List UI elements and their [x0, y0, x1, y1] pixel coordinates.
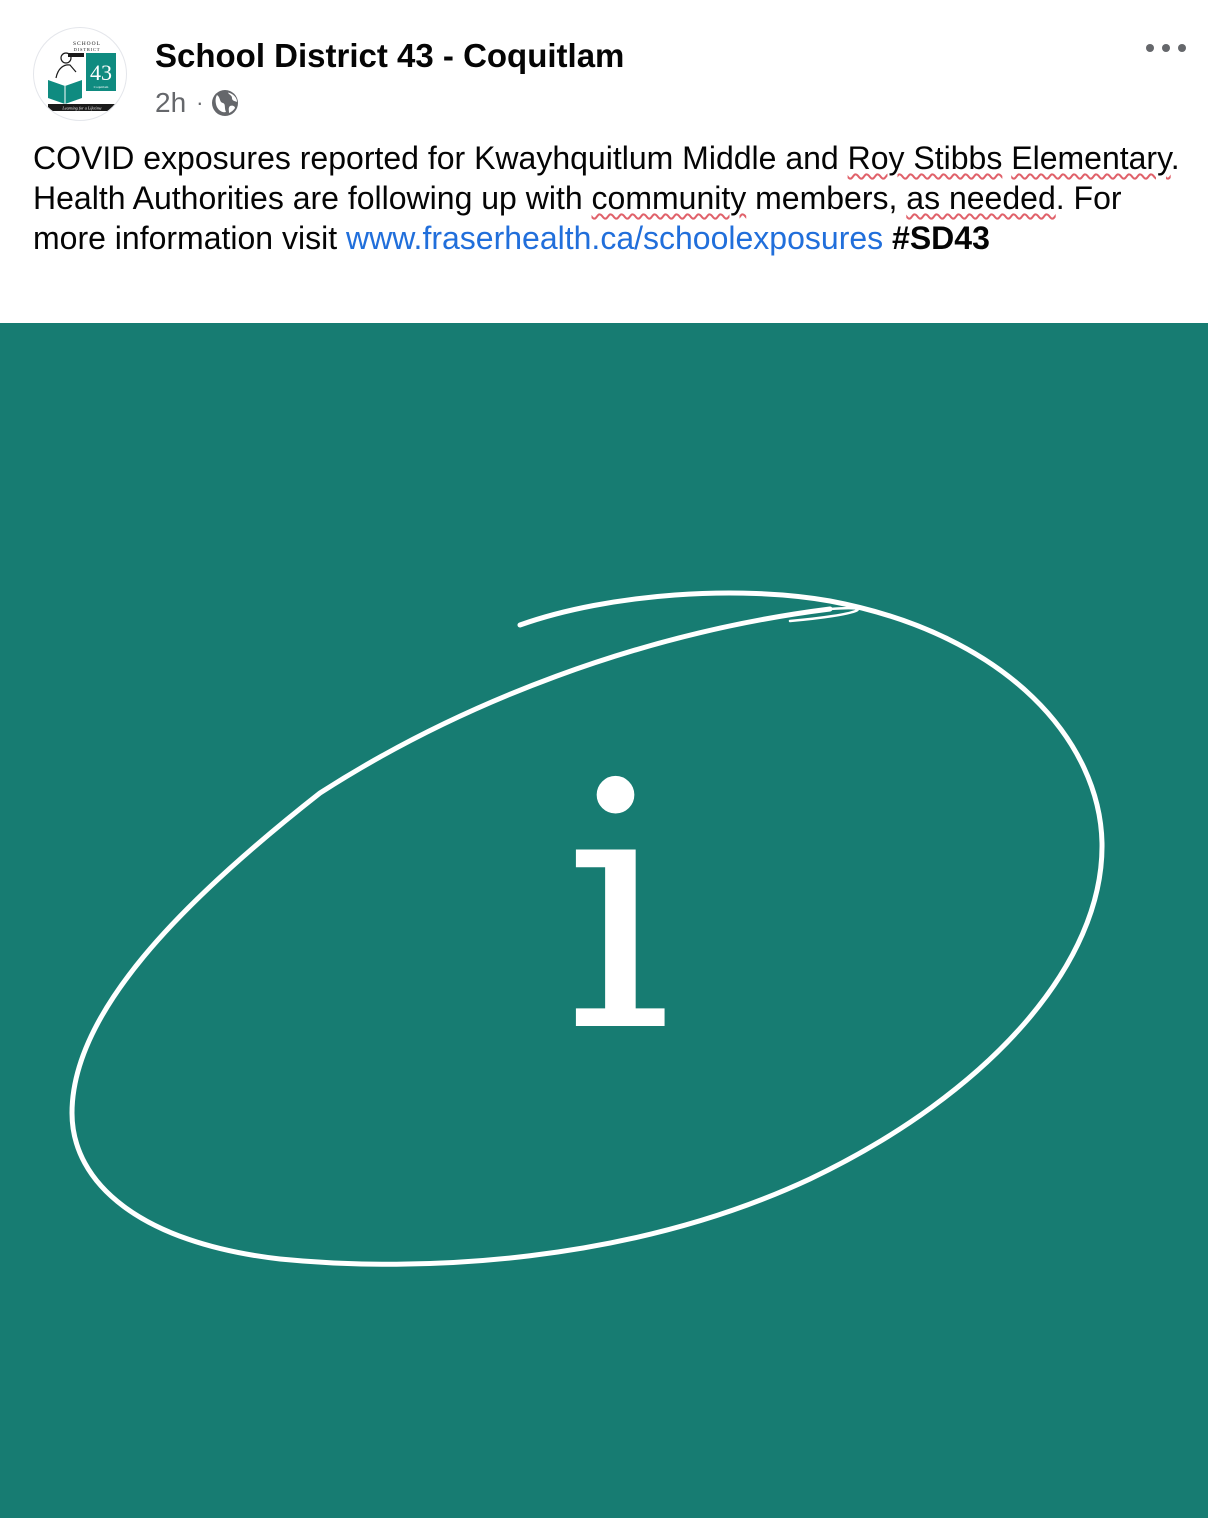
meta-separator: ·	[196, 90, 204, 115]
caption-text: members,	[746, 180, 907, 216]
post-time[interactable]: 2h	[155, 87, 186, 119]
facebook-post: SCHOOL DISTRICT 43 Coquitlam Learning fo…	[0, 0, 1208, 1518]
sd43-logo-icon: SCHOOL DISTRICT 43 Coquitlam Learning fo…	[48, 41, 116, 111]
spellcheck-word: community	[591, 180, 747, 216]
info-graphic: i	[69, 590, 1105, 1267]
post-author[interactable]: School District 43 - Coquitlam	[155, 37, 624, 75]
info-symbol: i	[564, 711, 673, 1107]
spellcheck-word: Elementary	[1011, 140, 1171, 176]
fraserhealth-link[interactable]: www.fraserhealth.ca/schoolexposures	[346, 220, 883, 256]
post-caption: COVID exposures reported for Kwayhquitlu…	[33, 138, 1183, 258]
globe-icon[interactable]	[211, 89, 239, 117]
hashtag-link[interactable]: #SD43	[892, 220, 990, 256]
post-meta: 2h ·	[155, 86, 239, 120]
page-avatar[interactable]: SCHOOL DISTRICT 43 Coquitlam Learning fo…	[33, 27, 127, 121]
caption-text	[883, 220, 892, 256]
svg-text:DISTRICT: DISTRICT	[74, 47, 101, 52]
svg-text:Learning for a Lifetime: Learning for a Lifetime	[61, 105, 101, 110]
svg-text:Coquitlam: Coquitlam	[94, 85, 109, 89]
spellcheck-word: as needed	[906, 180, 1056, 216]
caption-text	[1002, 140, 1011, 176]
post-image[interactable]: i	[0, 323, 1208, 1518]
caption-text: COVID exposures reported for Kwayhquitlu…	[33, 140, 848, 176]
spellcheck-word: Roy Stibbs	[847, 140, 1003, 176]
ellipsis-icon	[1146, 44, 1154, 52]
svg-text:43: 43	[90, 60, 112, 85]
post-header: SCHOOL DISTRICT 43 Coquitlam Learning fo…	[0, 0, 1208, 130]
more-options-button[interactable]	[1146, 38, 1186, 58]
